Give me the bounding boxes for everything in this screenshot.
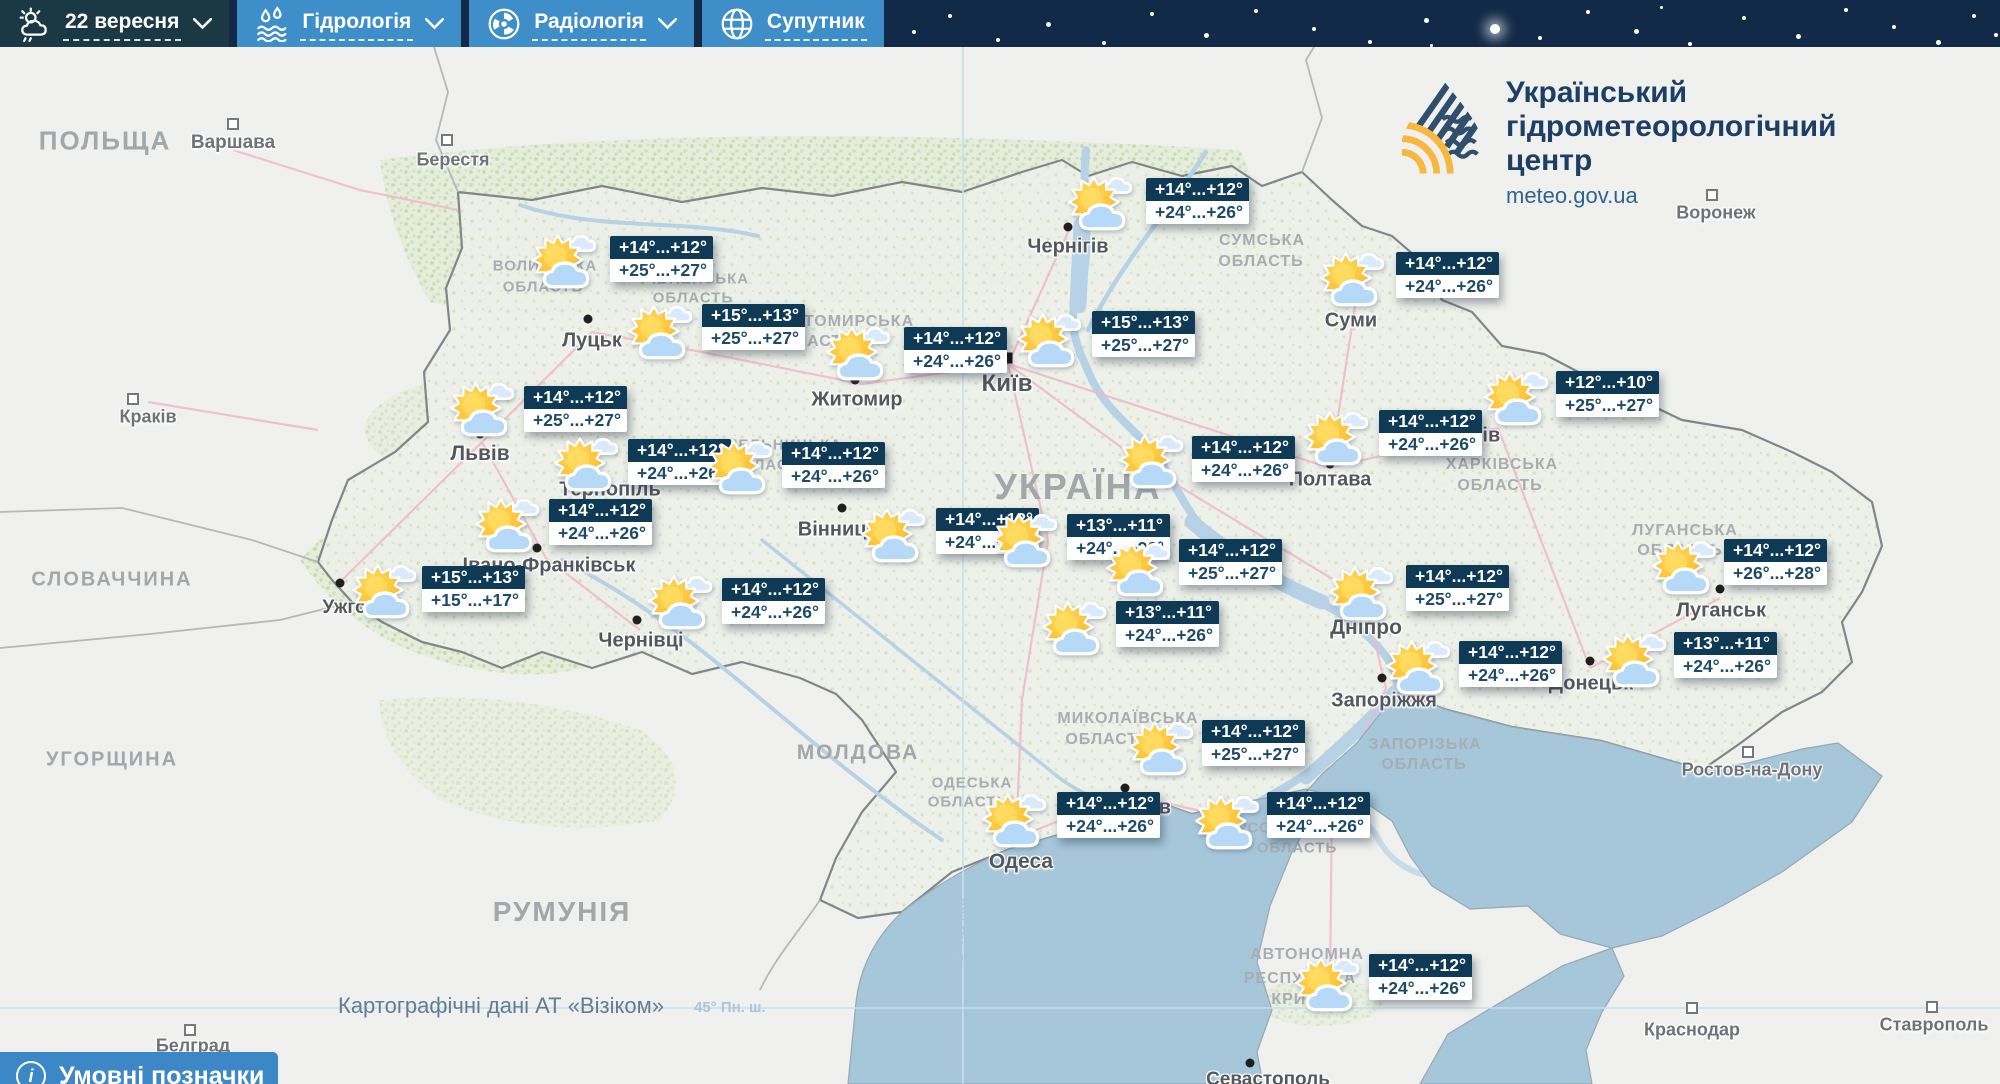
tab-date[interactable]: 22 вересня	[0, 0, 230, 47]
chevron-down-icon	[657, 17, 677, 30]
tab-radiology[interactable]: Радіологія	[469, 0, 694, 47]
branding: Український гідрометеорологічний центр m…	[1396, 76, 1836, 209]
star-icon	[1102, 41, 1106, 45]
star-icon	[1892, 25, 1896, 29]
star-icon	[1796, 34, 1801, 39]
star-icon	[1424, 18, 1429, 23]
map-attribution: Картографічні дані АТ «Візіком»	[338, 993, 664, 1018]
star-icon	[1538, 36, 1542, 40]
star-icon	[1742, 16, 1746, 20]
brand-title-line1: Український	[1506, 76, 1688, 109]
star-icon	[1972, 14, 1976, 18]
star-icon	[1368, 40, 1372, 44]
tab-hydrology-label: Гідрологія	[300, 7, 414, 41]
star-icon	[1936, 40, 1941, 45]
star-icon	[1844, 8, 1848, 12]
sun-cloud-icon	[17, 6, 53, 42]
info-icon: i	[16, 1061, 46, 1084]
star-icon	[1634, 29, 1639, 34]
brand-website-link[interactable]: meteo.gov.ua	[1506, 183, 1836, 209]
star-icon	[1150, 12, 1154, 16]
tab-satellite[interactable]: Супутник	[701, 0, 884, 47]
star-icon	[1046, 22, 1051, 27]
star-icon	[1490, 24, 1500, 34]
brand-title-line3: центр	[1506, 144, 1593, 177]
tab-date-label: 22 вересня	[63, 7, 182, 41]
star-icon	[948, 14, 952, 18]
chevron-down-icon	[425, 17, 445, 30]
tab-hydrology[interactable]: Гідрологія	[237, 0, 462, 47]
chevron-down-icon	[193, 17, 213, 30]
star-icon	[1312, 27, 1316, 31]
weather-map-app: ПОЛЬЩА СЛОВАЧЧИНА УГОРЩИНА РУМУНІЯ МОЛДОВА УК…	[0, 0, 2000, 1084]
satellite-globe-icon	[719, 6, 755, 42]
uhmc-logo-icon	[1396, 76, 1488, 209]
star-icon	[1586, 10, 1590, 14]
brand-title-line2: гідрометеорологічний	[1506, 110, 1837, 143]
legend-button[interactable]: i Умовні позначки	[0, 1052, 278, 1084]
star-icon	[1994, 33, 1998, 37]
top-navigation-bar: 22 вересня Гідрологія Радіологія Супутни…	[0, 0, 2000, 47]
longitude-label: 30° Сх. д.	[951, 898, 968, 967]
tab-radiology-label: Радіологія	[532, 7, 646, 41]
star-icon	[1688, 42, 1692, 46]
star-icon	[1660, 6, 1663, 9]
tab-satellite-label: Супутник	[764, 7, 867, 41]
star-icon	[912, 30, 916, 34]
hydrology-icon	[254, 5, 290, 42]
latitude-label: 45° Пн. ш.	[694, 999, 766, 1016]
star-icon	[1430, 44, 1433, 47]
star-icon	[1254, 9, 1258, 13]
legend-button-label: Умовні позначки	[59, 1061, 265, 1084]
radiation-icon	[486, 6, 522, 42]
star-icon	[996, 38, 1000, 42]
star-icon	[1204, 33, 1209, 38]
